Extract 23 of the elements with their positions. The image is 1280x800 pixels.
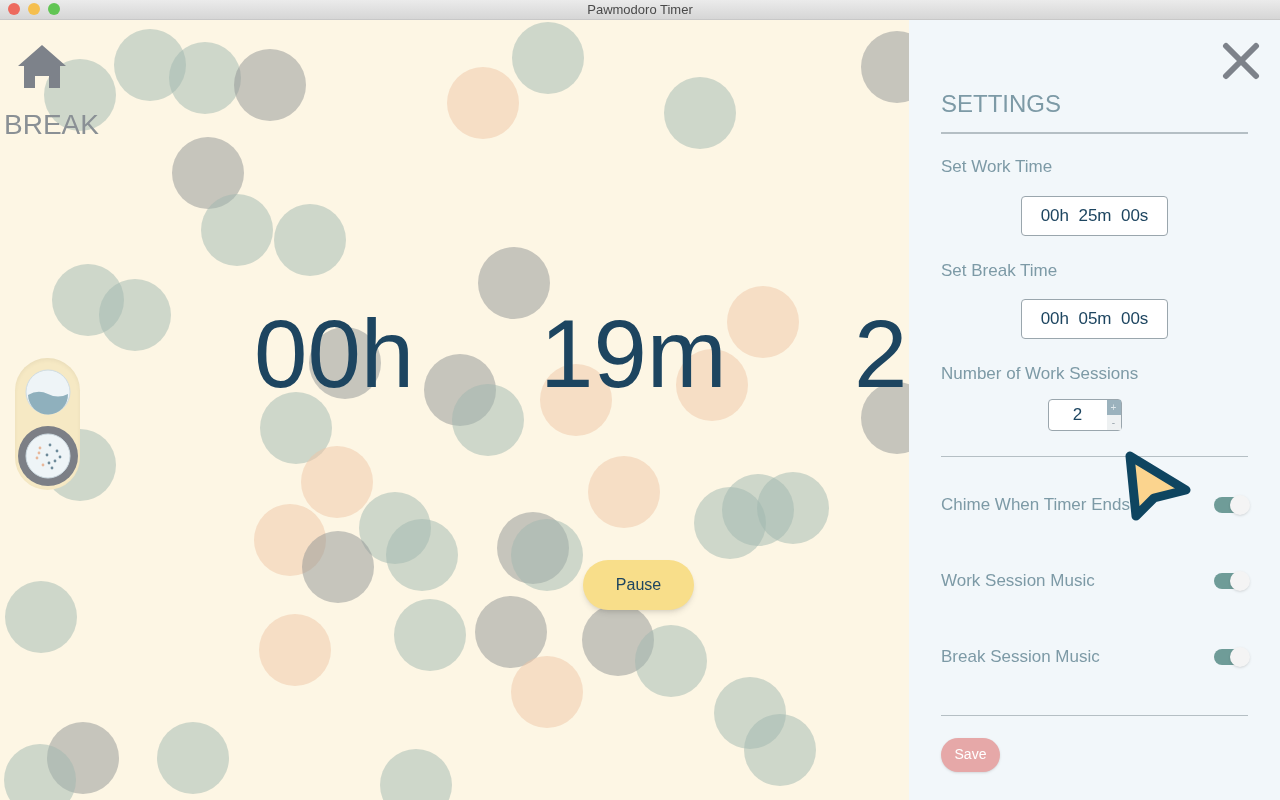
timer-minutes: 19m [540,300,727,407]
close-window-button[interactable] [8,3,20,15]
settings-title: SETTINGS [941,86,1248,134]
dots-globe-button[interactable] [17,426,78,486]
field-label: Number of Work Sessions [941,363,1140,385]
toggle-switch[interactable] [1214,496,1248,513]
toggle-switch[interactable] [1214,572,1248,589]
time-field[interactable]: 00h 25m 00s [1021,195,1168,236]
home-icon[interactable] [17,44,67,89]
toggle-switch[interactable] [1214,648,1248,665]
timer-hours: 00h [254,300,415,407]
time-field[interactable]: 00h 05m 00s [1021,299,1168,339]
window-title: Pawmodoro Timer [587,0,693,19]
close-icon[interactable] [1222,42,1260,80]
field-label: Set Break Time [941,259,1059,282]
mode-label: BREAK [4,108,99,142]
setting-label: Work Session Music [941,569,1095,592]
setting-label: Chime When Timer Ends [941,493,1130,516]
field-label: Set Work Time [941,156,1054,178]
maximize-window-button[interactable] [48,3,60,15]
timer-seconds: 2 [854,306,908,402]
setting-label: Break Session Music [941,645,1100,668]
pause-button[interactable]: Pause [583,560,694,610]
